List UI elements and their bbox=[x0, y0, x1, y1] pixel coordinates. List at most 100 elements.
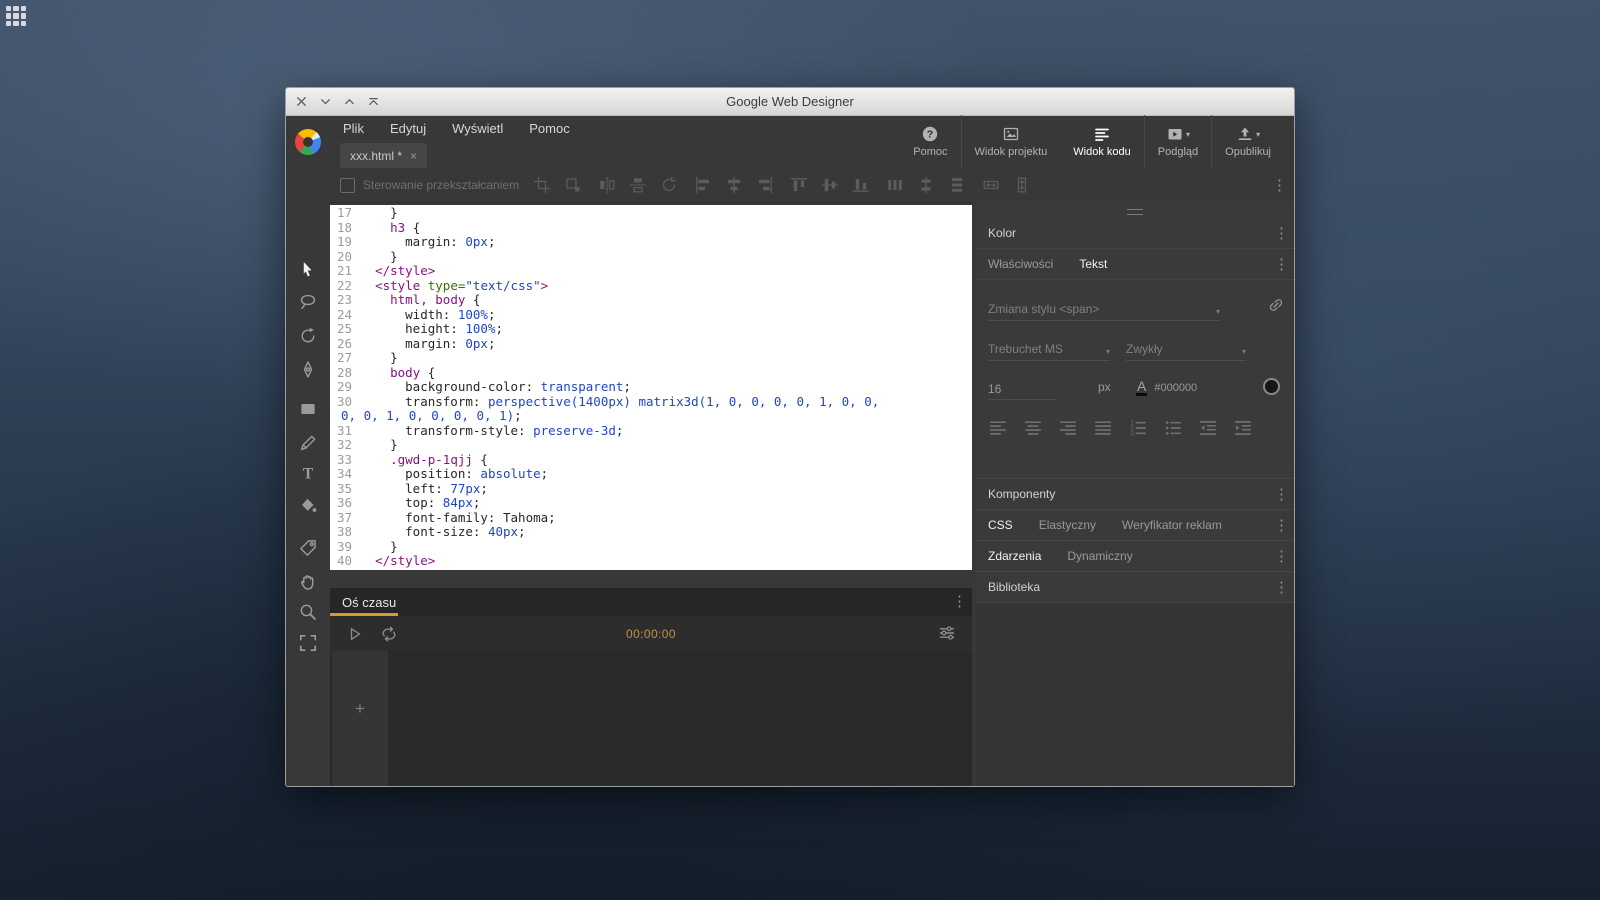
panel-drag-handle[interactable] bbox=[976, 202, 1294, 218]
biblioteka-kebab-icon[interactable] bbox=[1274, 580, 1288, 595]
shade-icon[interactable] bbox=[342, 94, 357, 109]
text-justify-icon[interactable] bbox=[1093, 418, 1113, 438]
free-transform-icon[interactable] bbox=[564, 176, 582, 194]
font-size-input[interactable]: 16 bbox=[988, 374, 1056, 400]
font-color-button[interactable]: A #000000 bbox=[1136, 374, 1197, 396]
titlebar[interactable]: Google Web Designer bbox=[286, 88, 1294, 116]
document-tab[interactable]: xxx.html * bbox=[340, 143, 427, 168]
tab-weryfikator-reklam[interactable]: Weryfikator reklam bbox=[1122, 518, 1222, 532]
unshade-icon[interactable] bbox=[318, 94, 333, 109]
align-top-icon[interactable] bbox=[790, 176, 808, 194]
fullscreen-tool-icon[interactable] bbox=[298, 633, 318, 653]
list-numbered-icon[interactable]: 123 bbox=[1128, 418, 1148, 438]
tekst-kebab-icon[interactable] bbox=[1274, 257, 1288, 272]
indent-increase-icon[interactable] bbox=[1233, 418, 1253, 438]
link-style-icon[interactable] bbox=[1266, 295, 1286, 315]
section-biblioteka[interactable]: Biblioteka bbox=[976, 572, 1294, 603]
pencil-tool-icon[interactable] bbox=[298, 433, 318, 453]
tab-wlasciwosci[interactable]: Właściwości bbox=[988, 257, 1053, 271]
keep-above-icon[interactable] bbox=[366, 94, 381, 109]
align-left-icon[interactable] bbox=[694, 176, 712, 194]
crop-icon[interactable] bbox=[533, 176, 551, 194]
menu-edytuj[interactable]: Edytuj bbox=[377, 115, 439, 142]
font-weight-dropdown[interactable]: Zwykły bbox=[1126, 332, 1246, 361]
view-actions: ?PomocWidok projektuWidok koduPodgląd Opu… bbox=[900, 115, 1284, 168]
text-align-right-icon[interactable] bbox=[1058, 418, 1078, 438]
action-preview[interactable]: Podgląd bbox=[1144, 115, 1211, 168]
font-family-value: Trebuchet MS bbox=[988, 342, 1063, 356]
match-height-icon[interactable] bbox=[1013, 176, 1031, 194]
distribute-horizontal-icon[interactable] bbox=[886, 176, 904, 194]
code-line: 37 font-family: Tahoma; bbox=[330, 511, 972, 526]
timeline-kebab-icon[interactable] bbox=[952, 594, 966, 609]
action-help[interactable]: ?Pomoc bbox=[900, 115, 960, 168]
align-bottom-icon[interactable] bbox=[852, 176, 870, 194]
fill-tool-icon[interactable] bbox=[298, 496, 318, 516]
code-line: 36 top: 84px; bbox=[330, 496, 972, 511]
text-properties-panel: Zmiana stylu <span> Trebuchet MS Zwykły … bbox=[976, 280, 1294, 479]
menubar: Plik Edytuj Wyświetl Pomoc bbox=[330, 115, 583, 142]
section-komponenty[interactable]: Komponenty bbox=[976, 479, 1294, 510]
timeline-tab[interactable]: Oś czasu bbox=[342, 595, 396, 610]
tab-close-icon[interactable] bbox=[410, 150, 417, 162]
rotate-3d-tool-icon[interactable] bbox=[298, 326, 318, 346]
action-design-view[interactable]: Widok projektu bbox=[961, 115, 1061, 168]
distribute-center-icon[interactable] bbox=[917, 176, 935, 194]
zdarzenia-kebab-icon[interactable] bbox=[1274, 549, 1288, 564]
style-scope-dropdown[interactable]: Zmiana stylu <span> bbox=[988, 292, 1220, 321]
section-kolor[interactable]: Kolor bbox=[976, 218, 1294, 249]
apps-grid-icon[interactable] bbox=[6, 6, 26, 26]
tab-tekst[interactable]: Tekst bbox=[1079, 257, 1107, 271]
action-publish[interactable]: Opublikuj bbox=[1211, 115, 1284, 168]
timeline-panel: Oś czasu 00:00:00 + bbox=[330, 588, 972, 786]
font-family-dropdown[interactable]: Trebuchet MS bbox=[988, 332, 1110, 361]
add-layer-button[interactable]: + bbox=[332, 699, 388, 719]
text-tool-icon[interactable]: T bbox=[298, 463, 318, 483]
match-width-icon[interactable] bbox=[982, 176, 1000, 194]
shape-tool-icon[interactable] bbox=[298, 399, 318, 419]
flip-vertical-icon[interactable] bbox=[629, 176, 647, 194]
align-right-icon[interactable] bbox=[756, 176, 774, 194]
timeline-settings-icon[interactable] bbox=[938, 624, 956, 642]
color-swatch[interactable] bbox=[1263, 378, 1280, 395]
text-align-center-icon[interactable] bbox=[1023, 418, 1043, 438]
transform-control-checkbox[interactable] bbox=[340, 178, 355, 193]
code-editor[interactable]: 17 }18 h3 {19 margin: 0px;20 }21 </style… bbox=[330, 205, 972, 570]
komponenty-kebab-icon[interactable] bbox=[1274, 487, 1288, 502]
lasso-tool-icon[interactable] bbox=[298, 292, 318, 312]
distribute-vertical-icon[interactable] bbox=[948, 176, 966, 194]
line-number: 28 bbox=[330, 366, 352, 381]
rotate-icon[interactable] bbox=[660, 176, 678, 194]
zoom-tool-icon[interactable] bbox=[298, 602, 318, 622]
menu-plik[interactable]: Plik bbox=[330, 115, 377, 142]
menu-pomoc[interactable]: Pomoc bbox=[516, 115, 582, 142]
css-kebab-icon[interactable] bbox=[1274, 518, 1288, 533]
code-line: 20 } bbox=[330, 250, 972, 265]
align-middle-icon[interactable] bbox=[821, 176, 839, 194]
tab-dynamiczny[interactable]: Dynamiczny bbox=[1067, 549, 1132, 563]
tab-zdarzenia[interactable]: Zdarzenia bbox=[988, 549, 1041, 563]
indent-decrease-icon[interactable] bbox=[1198, 418, 1218, 438]
action-label: Opublikuj bbox=[1225, 146, 1271, 158]
tab-css[interactable]: CSS bbox=[988, 518, 1013, 532]
tab-elastyczny[interactable]: Elastyczny bbox=[1039, 518, 1096, 532]
toolbar-kebab-icon[interactable] bbox=[1272, 178, 1286, 193]
code-line: 23 html, body { bbox=[330, 293, 972, 308]
code-line: 34 position: absolute; bbox=[330, 467, 972, 482]
action-code-view[interactable]: Widok kodu bbox=[1060, 115, 1143, 168]
hand-tool-icon[interactable] bbox=[298, 572, 318, 592]
align-center-h-icon[interactable] bbox=[725, 176, 743, 194]
code-line: 19 margin: 0px; bbox=[330, 235, 972, 250]
pen-tool-icon[interactable] bbox=[298, 360, 318, 380]
flip-horizontal-icon[interactable] bbox=[598, 176, 616, 194]
close-icon[interactable] bbox=[294, 94, 309, 109]
selection-tool-icon[interactable] bbox=[298, 260, 318, 280]
text-align-left-icon[interactable] bbox=[988, 418, 1008, 438]
kolor-kebab-icon[interactable] bbox=[1274, 226, 1288, 241]
transform-toolbar: Sterowanie przekształcaniem bbox=[330, 168, 1294, 203]
menu-wyswietl[interactable]: Wyświetl bbox=[439, 115, 516, 142]
font-size-value: 16 bbox=[988, 382, 1001, 396]
document-tab-label: xxx.html * bbox=[350, 149, 402, 163]
list-bulleted-icon[interactable] bbox=[1163, 418, 1183, 438]
tag-tool-icon[interactable] bbox=[298, 538, 318, 558]
